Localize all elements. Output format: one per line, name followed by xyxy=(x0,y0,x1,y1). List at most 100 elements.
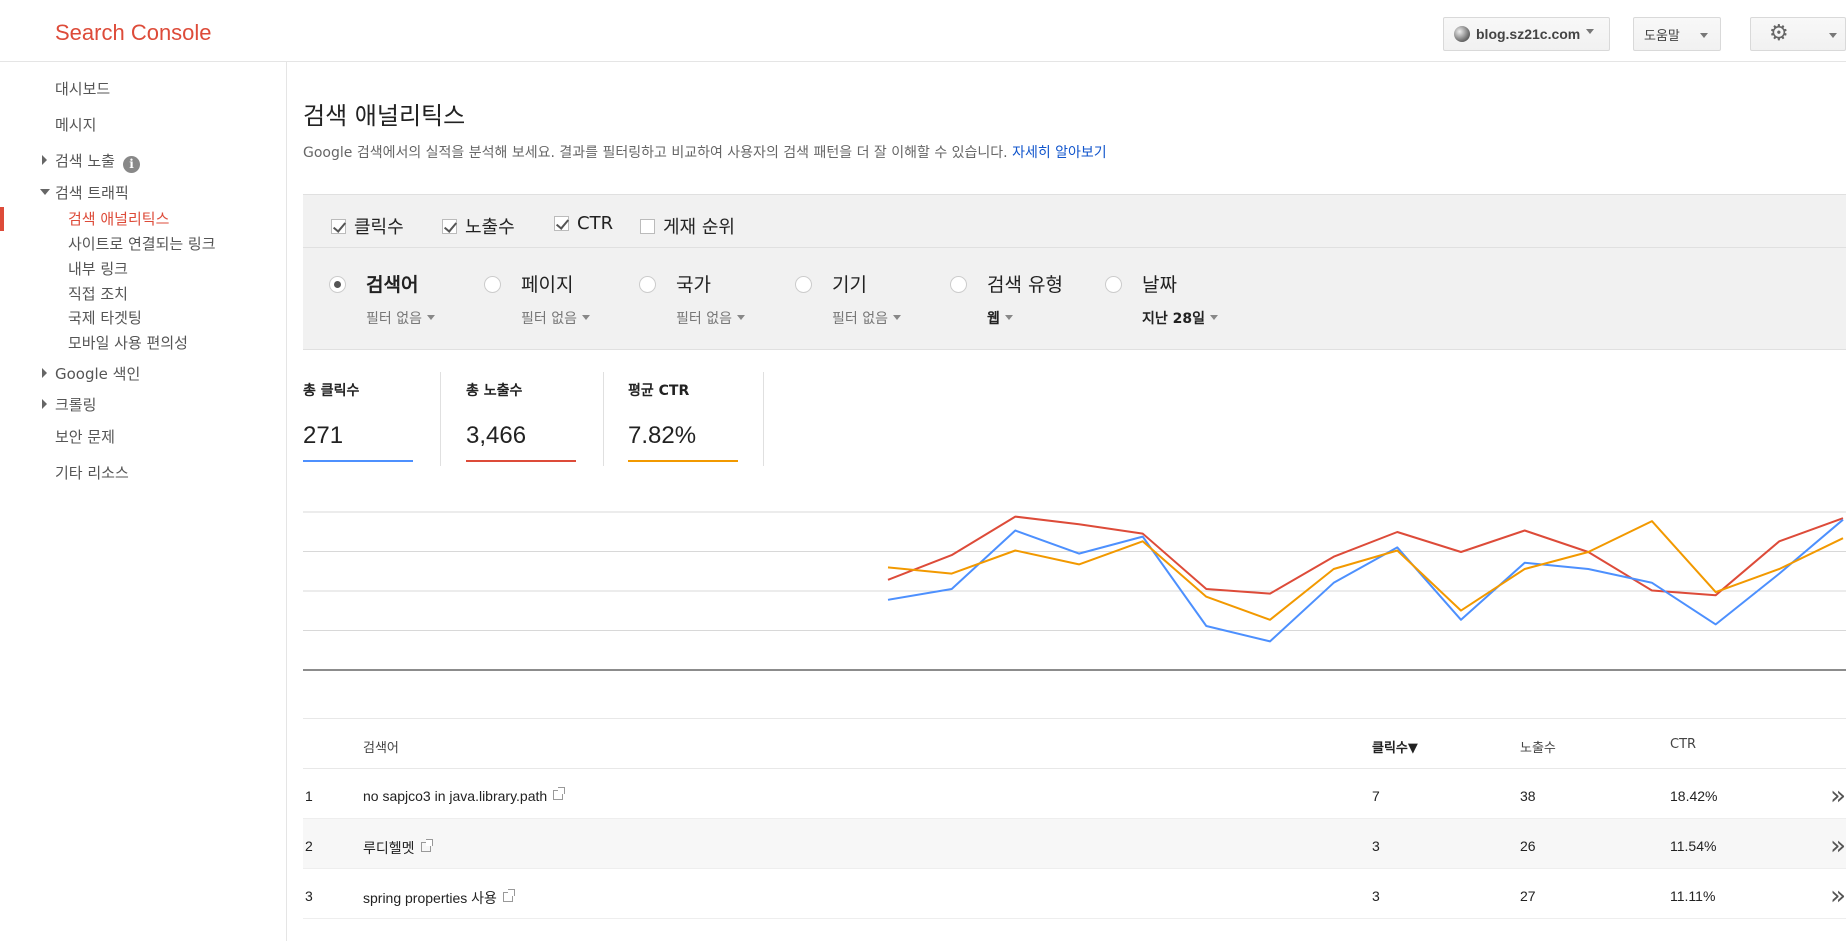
sidebar-item-dashboard[interactable]: 대시보드 xyxy=(55,78,110,99)
chevron-down-icon xyxy=(581,315,590,320)
page-subtitle: Google 검색에서의 실적을 분석해 보세요. 결과를 필터링하고 비교하여… xyxy=(303,142,1107,162)
chevron-down-icon xyxy=(1210,315,1218,320)
checkbox-checked-icon xyxy=(554,216,569,231)
series-color-line xyxy=(303,460,413,462)
total-label: 총 노출수 xyxy=(466,383,523,399)
metric-label: 게재 순위 xyxy=(663,217,735,238)
row-ctr: 18.42% xyxy=(1670,788,1718,804)
total-value: 271 xyxy=(303,422,344,449)
total-value: 7.82% xyxy=(628,422,697,449)
double-chevron-right-icon[interactable]: » xyxy=(1830,781,1846,811)
sidebar-subitem-mobile-usability[interactable]: 모바일 사용 편의성 xyxy=(68,332,188,353)
checkbox-checked-icon xyxy=(442,218,457,234)
query-text: spring properties 사용 xyxy=(363,890,497,906)
series-color-line xyxy=(466,460,576,462)
help-button[interactable]: 도움말 xyxy=(1633,17,1721,51)
row-clicks: 7 xyxy=(1372,788,1380,804)
sidebar-subitem-international-targeting[interactable]: 국제 타겟팅 xyxy=(68,307,142,328)
performance-chart[interactable] xyxy=(303,504,1846,684)
column-header-query[interactable]: 검색어 xyxy=(363,737,399,756)
app-logo[interactable]: Search Console xyxy=(55,20,212,46)
table-row[interactable]: 1 no sapjco3 in java.library.path 7 38 1… xyxy=(303,769,1846,819)
row-query: spring properties 사용 xyxy=(363,888,515,908)
sidebar-subitem-search-analytics[interactable]: 검색 애널리틱스 xyxy=(68,208,169,229)
total-value: 3,466 xyxy=(466,422,527,449)
dimension-filter-dropdown[interactable]: 필터 없음 xyxy=(832,308,901,328)
metric-label: CTR xyxy=(577,213,614,234)
divider xyxy=(440,372,441,466)
divider xyxy=(763,372,764,466)
total-label: 평균 CTR xyxy=(628,383,690,399)
table-row[interactable]: 2 루디헬멧 3 26 11.54% » xyxy=(303,819,1846,869)
dimension-filter-dropdown[interactable]: 지난 28일 xyxy=(1142,308,1218,328)
series-color-line xyxy=(628,460,738,462)
sidebar-item-search-appearance[interactable]: 검색 노출 i xyxy=(42,150,140,173)
gear-icon: ⚙ xyxy=(1769,21,1789,46)
row-clicks: 3 xyxy=(1372,838,1380,854)
sidebar-subitem-links-to-site[interactable]: 사이트로 연결되는 링크 xyxy=(68,233,216,254)
sidebar-subitem-internal-links[interactable]: 내부 링크 xyxy=(68,258,128,279)
site-selector-button[interactable]: blog.sz21c.com xyxy=(1443,17,1610,51)
chevron-down-icon xyxy=(1586,28,1595,34)
row-rank: 1 xyxy=(305,788,313,804)
chevron-down-icon xyxy=(426,315,435,320)
settings-button[interactable]: ⚙ xyxy=(1750,17,1846,51)
metric-checkbox-ctr[interactable]: CTR xyxy=(554,213,613,234)
row-rank: 2 xyxy=(305,838,313,854)
metric-checkbox-position[interactable]: 게재 순위 xyxy=(640,213,735,239)
row-impressions: 38 xyxy=(1520,788,1536,804)
checkbox-unchecked-icon xyxy=(640,218,655,234)
filter-value: 웹 xyxy=(987,311,1000,327)
dimension-filter-dropdown[interactable]: 웹 xyxy=(987,308,1013,328)
metric-checkbox-impressions[interactable]: 노출수 xyxy=(442,213,515,239)
radio-unselected-icon[interactable] xyxy=(639,276,656,293)
column-header-ctr[interactable]: CTR xyxy=(1670,737,1696,752)
dimension-filter-dropdown[interactable]: 필터 없음 xyxy=(366,308,435,328)
sidebar-item-search-traffic[interactable]: 검색 트래픽 xyxy=(40,182,129,203)
column-header-impressions[interactable]: 노출수 xyxy=(1520,737,1556,756)
dimension-filter-dropdown[interactable]: 필터 없음 xyxy=(521,308,590,328)
dimension-label: 페이지 xyxy=(521,274,574,296)
info-icon[interactable]: i xyxy=(122,156,140,173)
radio-unselected-icon[interactable] xyxy=(795,276,812,293)
filter-value: 지난 28일 xyxy=(1142,311,1205,327)
dimension-label: 국가 xyxy=(676,274,711,296)
metric-checkbox-clicks[interactable]: 클릭수 xyxy=(331,213,404,239)
sidebar-item-google-index[interactable]: Google 색인 xyxy=(41,363,140,384)
table-header: 검색어 클릭수▼ 노출수 CTR xyxy=(303,718,1846,769)
chevron-down-icon xyxy=(736,315,745,320)
sidebar-item-label: 검색 노출 xyxy=(55,152,115,170)
radio-selected-icon[interactable] xyxy=(329,276,346,293)
help-label: 도움말 xyxy=(1644,28,1680,44)
row-impressions: 27 xyxy=(1520,888,1536,904)
dimension-label: 검색어 xyxy=(366,274,419,296)
table-row[interactable]: 3 spring properties 사용 3 27 11.11% » xyxy=(303,869,1846,919)
column-header-clicks[interactable]: 클릭수▼ xyxy=(1372,737,1418,756)
sidebar-item-security-issues[interactable]: 보안 문제 xyxy=(55,426,115,447)
external-link-icon[interactable] xyxy=(553,787,566,800)
dimension-filter-dropdown[interactable]: 필터 없음 xyxy=(676,308,745,328)
series-line-0 xyxy=(887,515,1844,597)
row-query: no sapjco3 in java.library.path xyxy=(363,787,566,804)
sidebar-item-messages[interactable]: 메시지 xyxy=(55,114,96,135)
external-link-icon[interactable] xyxy=(502,889,515,902)
metric-selector: 클릭수 노출수 CTR 게재 순위 xyxy=(303,194,1846,248)
dimension-label: 검색 유형 xyxy=(987,274,1063,296)
chevron-down-icon xyxy=(892,315,901,320)
external-link-icon[interactable] xyxy=(420,839,433,852)
learn-more-link[interactable]: 자세히 알아보기 xyxy=(1012,145,1107,161)
sidebar-subitem-manual-actions[interactable]: 직접 조치 xyxy=(68,283,128,304)
site-name: blog.sz21c.com xyxy=(1476,26,1581,42)
main-content: 검색 애널리틱스 Google 검색에서의 실적을 분석해 보세요. 결과를 필… xyxy=(303,62,1846,941)
radio-unselected-icon[interactable] xyxy=(484,276,501,293)
double-chevron-right-icon[interactable]: » xyxy=(1830,831,1846,861)
checkbox-checked-icon xyxy=(331,218,346,234)
radio-unselected-icon[interactable] xyxy=(950,276,967,293)
sidebar-item-other-resources[interactable]: 기타 리소스 xyxy=(55,462,129,483)
radio-unselected-icon[interactable] xyxy=(1105,276,1122,293)
sidebar-item-crawl[interactable]: 크롤링 xyxy=(41,394,96,415)
double-chevron-right-icon[interactable]: » xyxy=(1830,881,1846,911)
dimension-label: 날짜 xyxy=(1142,274,1177,296)
filter-value: 필터 없음 xyxy=(366,311,422,327)
row-impressions: 26 xyxy=(1520,838,1536,854)
